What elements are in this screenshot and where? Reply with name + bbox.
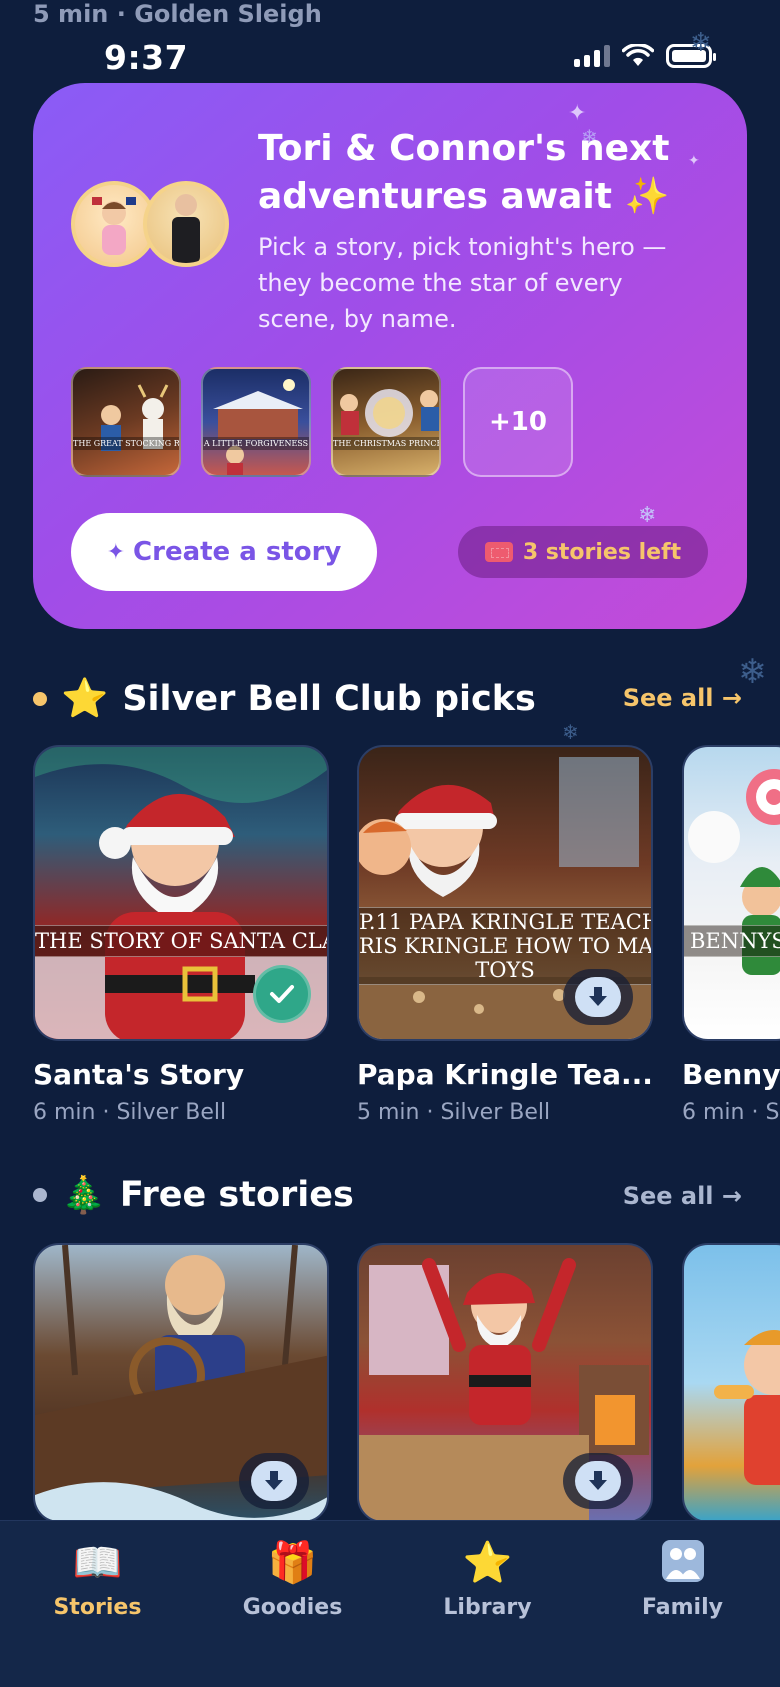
story-card-pirate-elf[interactable] bbox=[33, 1243, 329, 1523]
thumbnail-caption: THE CHRISTMAS PRINCESS bbox=[333, 437, 439, 450]
card-title: Papa Kringle Tea... bbox=[357, 1058, 653, 1091]
book-icon: 📖 bbox=[72, 1540, 123, 1586]
status-time: 9:37 bbox=[104, 38, 189, 77]
tab-stories[interactable]: 📖 Stories bbox=[0, 1539, 195, 1620]
avatar-connor bbox=[143, 181, 229, 267]
download-button[interactable] bbox=[563, 969, 633, 1025]
stories-left-label: 3 stories left bbox=[522, 539, 682, 565]
cellular-signal-icon bbox=[574, 45, 610, 67]
gift-icon: 🎁 bbox=[267, 1540, 318, 1586]
wifi-icon bbox=[622, 44, 654, 66]
ticket-icon bbox=[484, 542, 513, 562]
card-meta: 5 min · Silver Bell bbox=[357, 1100, 551, 1125]
download-button[interactable] bbox=[563, 1453, 633, 1509]
hero-card: ✦ ✦ ❄ ❄ Tori & Connor's next adventures … bbox=[33, 83, 747, 629]
story-card-santas-story[interactable]: THE STORY OF SANTA CLAUS bbox=[33, 745, 329, 1041]
tab-label: Stories bbox=[53, 1595, 142, 1620]
story-card-benny[interactable]: BENNYS bbox=[682, 745, 780, 1041]
more-stories-tile[interactable]: +10 bbox=[463, 367, 573, 477]
story-thumbnail[interactable]: THE GREAT STOCKING RESCUE bbox=[71, 367, 181, 477]
create-story-label: Create a story bbox=[133, 537, 342, 567]
card-meta: 6 min · Silver Bell bbox=[33, 1100, 227, 1125]
snowflake-icon: ❄ bbox=[690, 28, 712, 58]
snowflake-icon: ❄ bbox=[562, 720, 579, 744]
card-banner-line: P.11 PAPA KRINGLE TEACHE bbox=[359, 910, 651, 934]
story-card-beach-santa[interactable] bbox=[682, 1243, 780, 1523]
see-all-link-silver[interactable]: See all → bbox=[623, 684, 742, 712]
download-button[interactable] bbox=[239, 1453, 309, 1509]
sparkle-icon: ✦ bbox=[568, 101, 587, 126]
tab-goodies[interactable]: 🎁 Goodies bbox=[195, 1539, 390, 1620]
tab-label: Family bbox=[642, 1595, 723, 1620]
family-icon bbox=[661, 1539, 705, 1587]
snowflake-icon: ❄ bbox=[738, 652, 767, 692]
story-artwork bbox=[714, 1330, 780, 1485]
tab-library[interactable]: ⭐ Library bbox=[390, 1539, 585, 1620]
star-icon: ⭐ bbox=[462, 1540, 513, 1586]
peek-story-meta: 5 min · Golden Sleigh bbox=[33, 0, 322, 28]
card-banner: BENNYS bbox=[684, 925, 780, 957]
story-card-santa-bedroom[interactable] bbox=[357, 1243, 653, 1523]
section-title: Free stories bbox=[119, 1175, 354, 1215]
tab-label: Goodies bbox=[242, 1595, 343, 1620]
create-story-button[interactable]: ✦ Create a story bbox=[71, 513, 377, 591]
section-header-silver: ⭐ Silver Bell Club picks bbox=[33, 676, 536, 721]
story-thumbnail[interactable]: A LITTLE FORGIVENESS bbox=[201, 367, 311, 477]
story-artwork bbox=[688, 769, 780, 975]
story-card-papa-kringle[interactable]: P.11 PAPA KRINGLE TEACHE RIS KRINGLE HOW… bbox=[357, 745, 653, 1041]
section-dot bbox=[33, 1188, 47, 1202]
see-all-link-free[interactable]: See all → bbox=[623, 1182, 742, 1210]
snowflake-icon: ❄ bbox=[638, 503, 657, 528]
story-thumbnail[interactable]: THE CHRISTMAS PRINCESS bbox=[331, 367, 441, 477]
hero-subtitle: Pick a story, pick tonight's hero — they… bbox=[258, 233, 667, 333]
card-banner-line: RIS KRINGLE HOW TO MAK bbox=[359, 934, 651, 958]
section-header-free: 🎄 Free stories bbox=[33, 1174, 354, 1216]
tab-label: Library bbox=[443, 1595, 532, 1620]
stories-left-badge: 3 stories left bbox=[458, 526, 708, 578]
card-title: Benny bbox=[682, 1058, 780, 1091]
star-icon: ⭐ bbox=[61, 676, 109, 720]
download-icon bbox=[575, 1461, 621, 1501]
card-banner: THE STORY OF SANTA CLAUS bbox=[35, 925, 327, 957]
bottom-tab-bar: 📖 Stories 🎁 Goodies ⭐ Library Family bbox=[0, 1520, 780, 1687]
thumbnail-caption: A LITTLE FORGIVENESS bbox=[203, 437, 309, 450]
hero-title: Tori & Connor's next adventures await ✨ bbox=[258, 128, 670, 217]
thumbnail-caption: THE GREAT STOCKING RESCUE bbox=[73, 437, 179, 450]
tab-family[interactable]: Family bbox=[585, 1539, 780, 1620]
download-icon bbox=[575, 977, 621, 1017]
christmas-tree-icon: 🎄 bbox=[61, 1175, 106, 1216]
card-meta: 6 min · S bbox=[682, 1100, 780, 1125]
download-icon bbox=[251, 1461, 297, 1501]
completed-check-icon bbox=[253, 965, 311, 1023]
section-title: Silver Bell Club picks bbox=[122, 678, 536, 719]
card-title: Santa's Story bbox=[33, 1058, 245, 1091]
sparkle-icon: ✦ bbox=[106, 539, 126, 565]
section-dot bbox=[33, 691, 47, 706]
